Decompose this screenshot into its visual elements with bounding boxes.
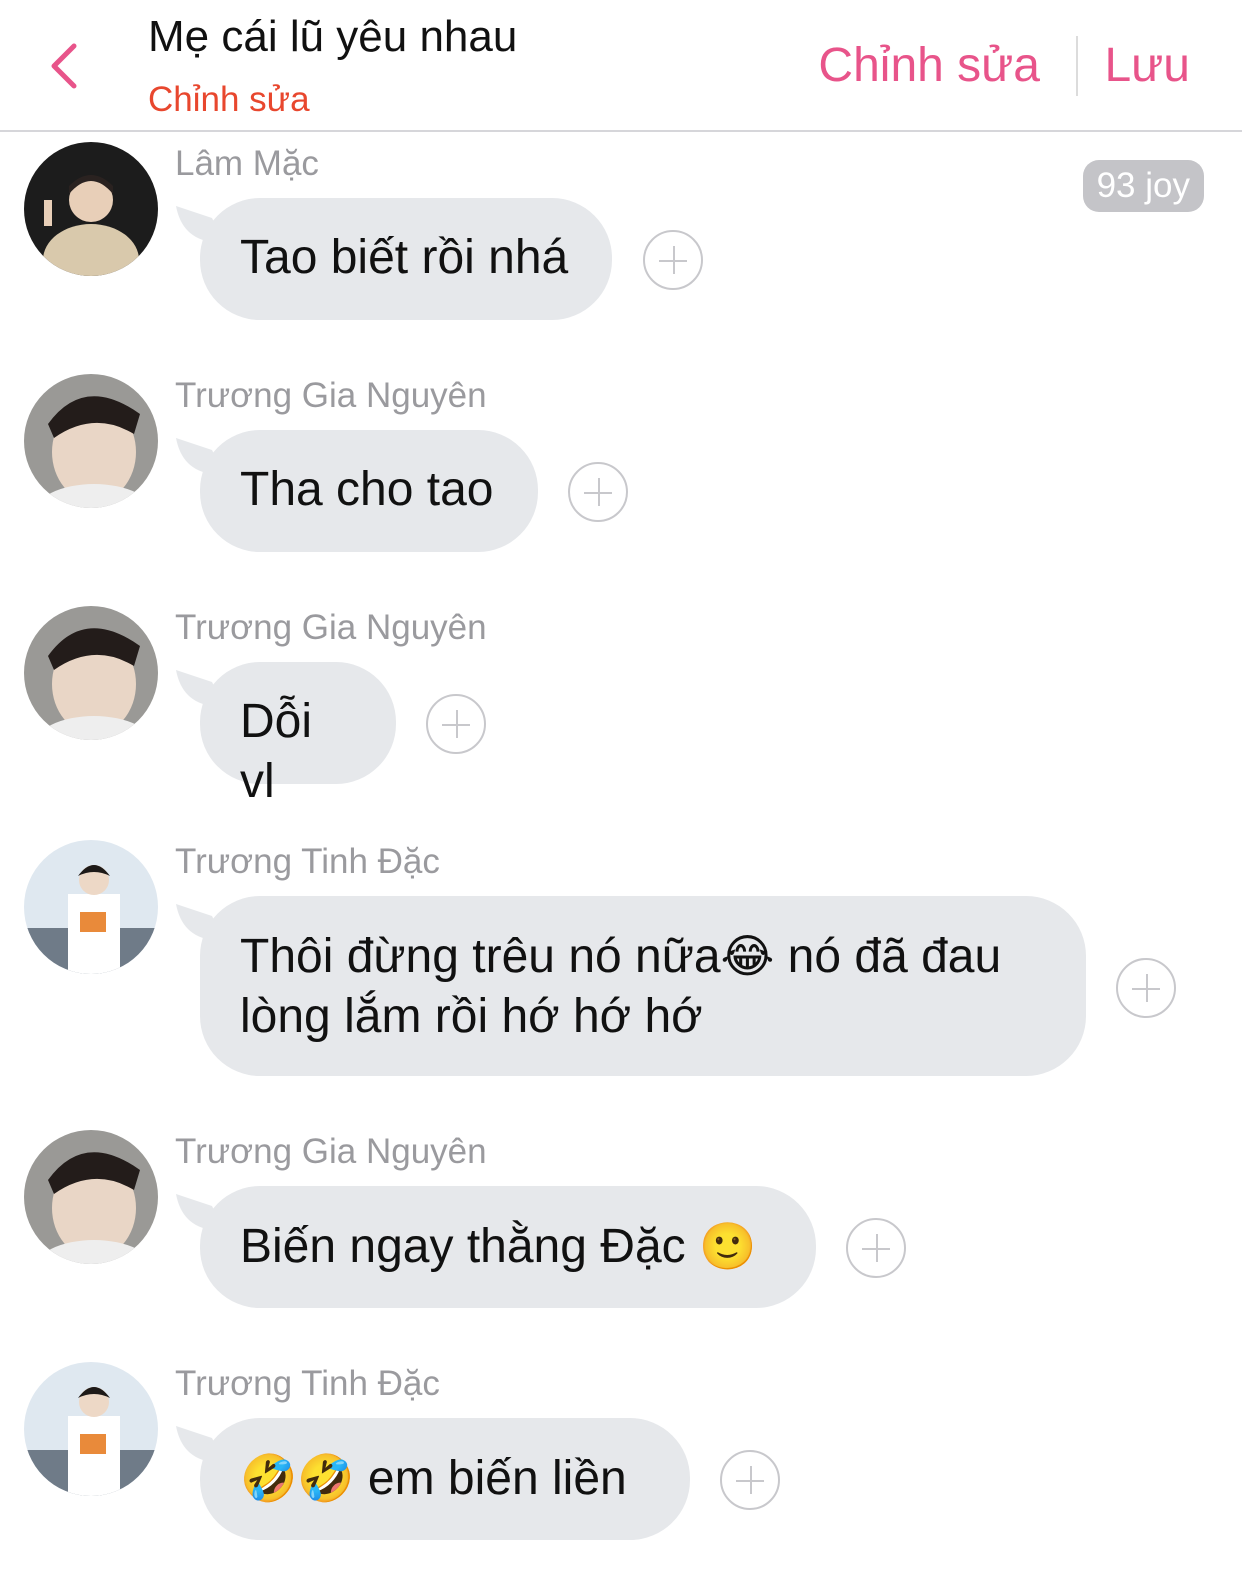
- chat-title: Mẹ cái lũ yêu nhau: [148, 12, 518, 61]
- avatar[interactable]: [24, 606, 158, 740]
- message-text: nó đã đau: [774, 930, 1002, 983]
- sender-name: Trương Tinh Đặc: [175, 1364, 440, 1403]
- tears-of-joy-emoji: 😂: [720, 929, 775, 983]
- message-text: Thôi đừng trêu nó nữa: [240, 930, 721, 983]
- message-bubble-wrap: Tha cho tao: [172, 430, 538, 552]
- sender-name: Lâm Mặc: [175, 144, 319, 183]
- sender-name: Trương Gia Nguyên: [175, 1132, 487, 1171]
- message-text: em biến liền: [354, 1452, 627, 1505]
- chevron-left-icon: [51, 43, 77, 89]
- plus-circle-icon[interactable]: [426, 694, 486, 754]
- save-button[interactable]: Lưu: [1104, 38, 1190, 93]
- message-bubble[interactable]: Biến ngay thằng Đặc 🙂: [200, 1186, 816, 1308]
- message-bubble-wrap: Dỗi vl: [172, 662, 396, 808]
- top-bar: Mẹ cái lũ yêu nhau Chỉnh sửa Chỉnh sửa L…: [0, 0, 1242, 132]
- message-text: Biến ngay thằng Đặc: [240, 1220, 699, 1273]
- message-bubble[interactable]: Tha cho tao: [200, 430, 538, 552]
- message-bubble[interactable]: Thôi đừng trêu nó nữa😂 nó đã đau lòng lắ…: [200, 896, 1086, 1076]
- plus-circle-icon[interactable]: [643, 230, 703, 290]
- sender-name: Trương Gia Nguyên: [175, 376, 487, 415]
- message-bubble-wrap: Biến ngay thằng Đặc 🙂: [172, 1186, 816, 1308]
- back-button[interactable]: [44, 40, 92, 92]
- plus-circle-icon[interactable]: [568, 462, 628, 522]
- message-bubble-wrap: Tao biết rồi nhá: [172, 198, 612, 320]
- avatar[interactable]: [24, 1362, 158, 1496]
- smile-emoji: 🙂: [698, 1219, 757, 1273]
- message-bubble[interactable]: 🤣🤣 em biến liền: [200, 1418, 690, 1540]
- message-text: lòng lắm rồi hớ hớ hớ: [240, 990, 703, 1043]
- avatar[interactable]: [24, 374, 158, 508]
- plus-circle-icon[interactable]: [1116, 958, 1176, 1018]
- chat-subtitle[interactable]: Chỉnh sửa: [148, 80, 310, 120]
- sender-name: Trương Tinh Đặc: [175, 842, 440, 881]
- avatar[interactable]: [24, 840, 158, 974]
- message-bubble-wrap: Thôi đừng trêu nó nữa😂 nó đã đau lòng lắ…: [172, 896, 1086, 1076]
- header-divider: [1076, 36, 1078, 96]
- avatar[interactable]: [24, 142, 158, 276]
- message-bubble-wrap: 🤣🤣 em biến liền: [172, 1418, 690, 1540]
- sender-name: Trương Gia Nguyên: [175, 608, 487, 647]
- avatar[interactable]: [24, 1130, 158, 1264]
- plus-circle-icon[interactable]: [720, 1450, 780, 1510]
- message-bubble[interactable]: Dỗi vl: [200, 662, 396, 808]
- rofl-emoji: 🤣🤣: [240, 1451, 355, 1505]
- joy-badge: 93 joy: [1082, 160, 1204, 212]
- message-bubble[interactable]: Tao biết rồi nhá: [200, 198, 612, 320]
- edit-button[interactable]: Chỉnh sửa: [818, 38, 1040, 93]
- plus-circle-icon[interactable]: [846, 1218, 906, 1278]
